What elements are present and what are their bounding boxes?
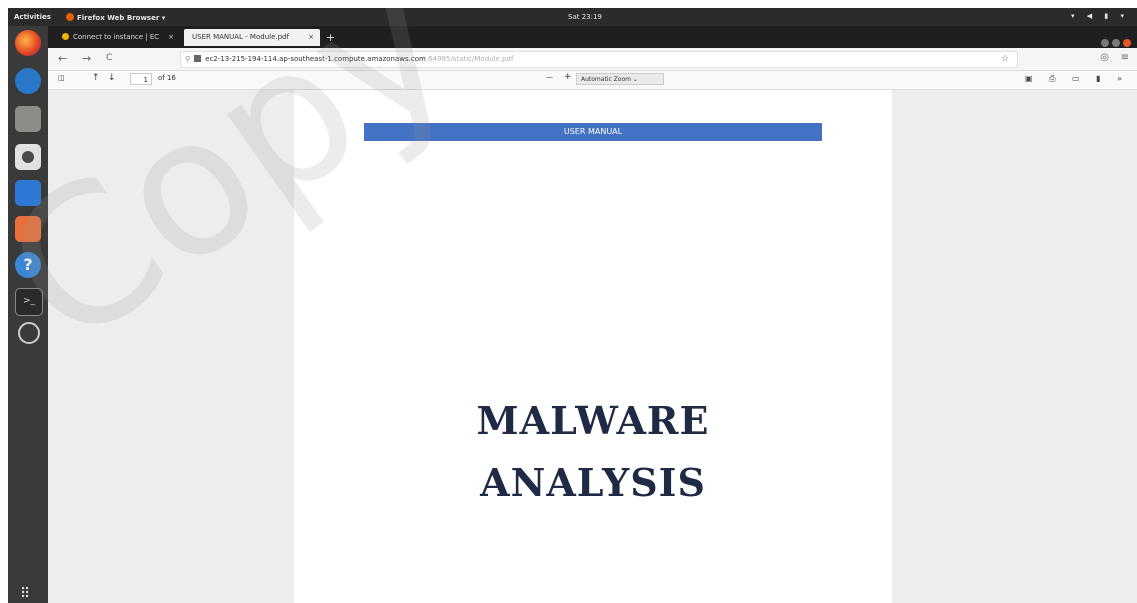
shield-icon[interactable]: ◎: [1100, 52, 1109, 63]
writer-icon[interactable]: [15, 180, 41, 206]
app-menu[interactable]: Firefox Web Browser ▾: [66, 13, 165, 22]
url-host: ec2-13-215-194-114.ap-southeast-1.comput…: [205, 55, 426, 63]
thunderbird-icon[interactable]: [15, 68, 41, 94]
page-count: of 16: [158, 74, 176, 82]
zoom-select[interactable]: Automatic Zoom ⌄: [576, 73, 664, 85]
close-window-button[interactable]: [1123, 39, 1131, 47]
aws-favicon-icon: [62, 33, 69, 40]
search-icon: ⚲: [185, 55, 191, 63]
tab-user-manual[interactable]: USER MANUAL - Module.pdf ×: [184, 29, 320, 46]
url-path: :64995/static/Module.pdf: [425, 55, 514, 63]
system-tray[interactable]: ▾ ◀ ▮ ▾: [1071, 12, 1129, 20]
back-button[interactable]: ←: [58, 52, 67, 65]
dock: ? >_ ⠿: [8, 26, 48, 603]
help-icon[interactable]: ?: [15, 252, 41, 278]
firefox-small-icon: [66, 13, 74, 21]
tab-label: USER MANUAL - Module.pdf: [192, 33, 289, 41]
close-tab-icon[interactable]: ×: [308, 29, 314, 46]
app-menu-label: Firefox Web Browser ▾: [77, 14, 166, 22]
software-icon[interactable]: [15, 216, 41, 242]
tab-strip: Connect to instance | EC × USER MANUAL - …: [48, 26, 1137, 48]
clock[interactable]: Sat 23:19: [568, 13, 602, 21]
activities-button[interactable]: Activities: [14, 13, 51, 21]
gnome-top-bar: Activities Firefox Web Browser ▾ Sat 23:…: [8, 8, 1137, 26]
tab-label: Connect to instance | EC: [73, 33, 160, 41]
show-applications-icon[interactable]: ⠿: [20, 587, 31, 601]
reload-button[interactable]: C: [106, 53, 112, 63]
document-title-line-1: MALWARE: [476, 398, 710, 443]
pdf-viewer[interactable]: USER MANUAL MALWARE ANALYSIS: [48, 90, 1137, 603]
pdf-toolbar: ◫ ↑ ↓ 1 of 16 — + Automatic Zoom ⌄ ▣ ⎙ ▭…: [48, 71, 1137, 90]
terminal-icon[interactable]: >_: [15, 288, 43, 316]
page-number-input[interactable]: 1: [130, 73, 152, 85]
bookmark-star-icon[interactable]: ☆: [1001, 52, 1009, 67]
url-bar[interactable]: ⚲ ec2-13-215-194-114.ap-southeast-1.compu…: [180, 51, 1018, 68]
firefox-icon[interactable]: [15, 30, 41, 56]
minimize-button[interactable]: [1101, 39, 1109, 47]
document-title-line-2: ANALYSIS: [480, 460, 706, 505]
site-info-icon[interactable]: [194, 55, 202, 62]
pdf-tools-group[interactable]: ▣ ⎙ ▭ ▮ »: [1025, 74, 1129, 84]
zoom-out-button[interactable]: —: [546, 73, 553, 81]
pdf-page: USER MANUAL MALWARE ANALYSIS: [294, 90, 892, 603]
zoom-in-button[interactable]: +: [564, 72, 572, 82]
sidebar-toggle-icon[interactable]: ◫: [58, 74, 65, 82]
document-banner: USER MANUAL: [364, 123, 822, 141]
maximize-button[interactable]: [1112, 39, 1120, 47]
desktop-screen: Activities Firefox Web Browser ▾ Sat 23:…: [8, 8, 1137, 603]
previous-page-button[interactable]: ↑: [92, 73, 100, 83]
forward-button[interactable]: →: [82, 52, 91, 65]
next-page-button[interactable]: ↓: [108, 73, 116, 83]
updater-icon[interactable]: [18, 322, 40, 344]
navigation-bar: ← → C ⚲ ec2-13-215-194-114.ap-southeast-1…: [48, 48, 1137, 71]
close-tab-icon[interactable]: ×: [168, 29, 174, 46]
tab-connect-instance[interactable]: Connect to instance | EC ×: [54, 29, 180, 46]
rhythmbox-icon[interactable]: [15, 144, 41, 170]
files-icon[interactable]: [15, 106, 41, 132]
menu-icon[interactable]: ≡: [1121, 52, 1129, 63]
new-tab-button[interactable]: +: [326, 29, 335, 46]
